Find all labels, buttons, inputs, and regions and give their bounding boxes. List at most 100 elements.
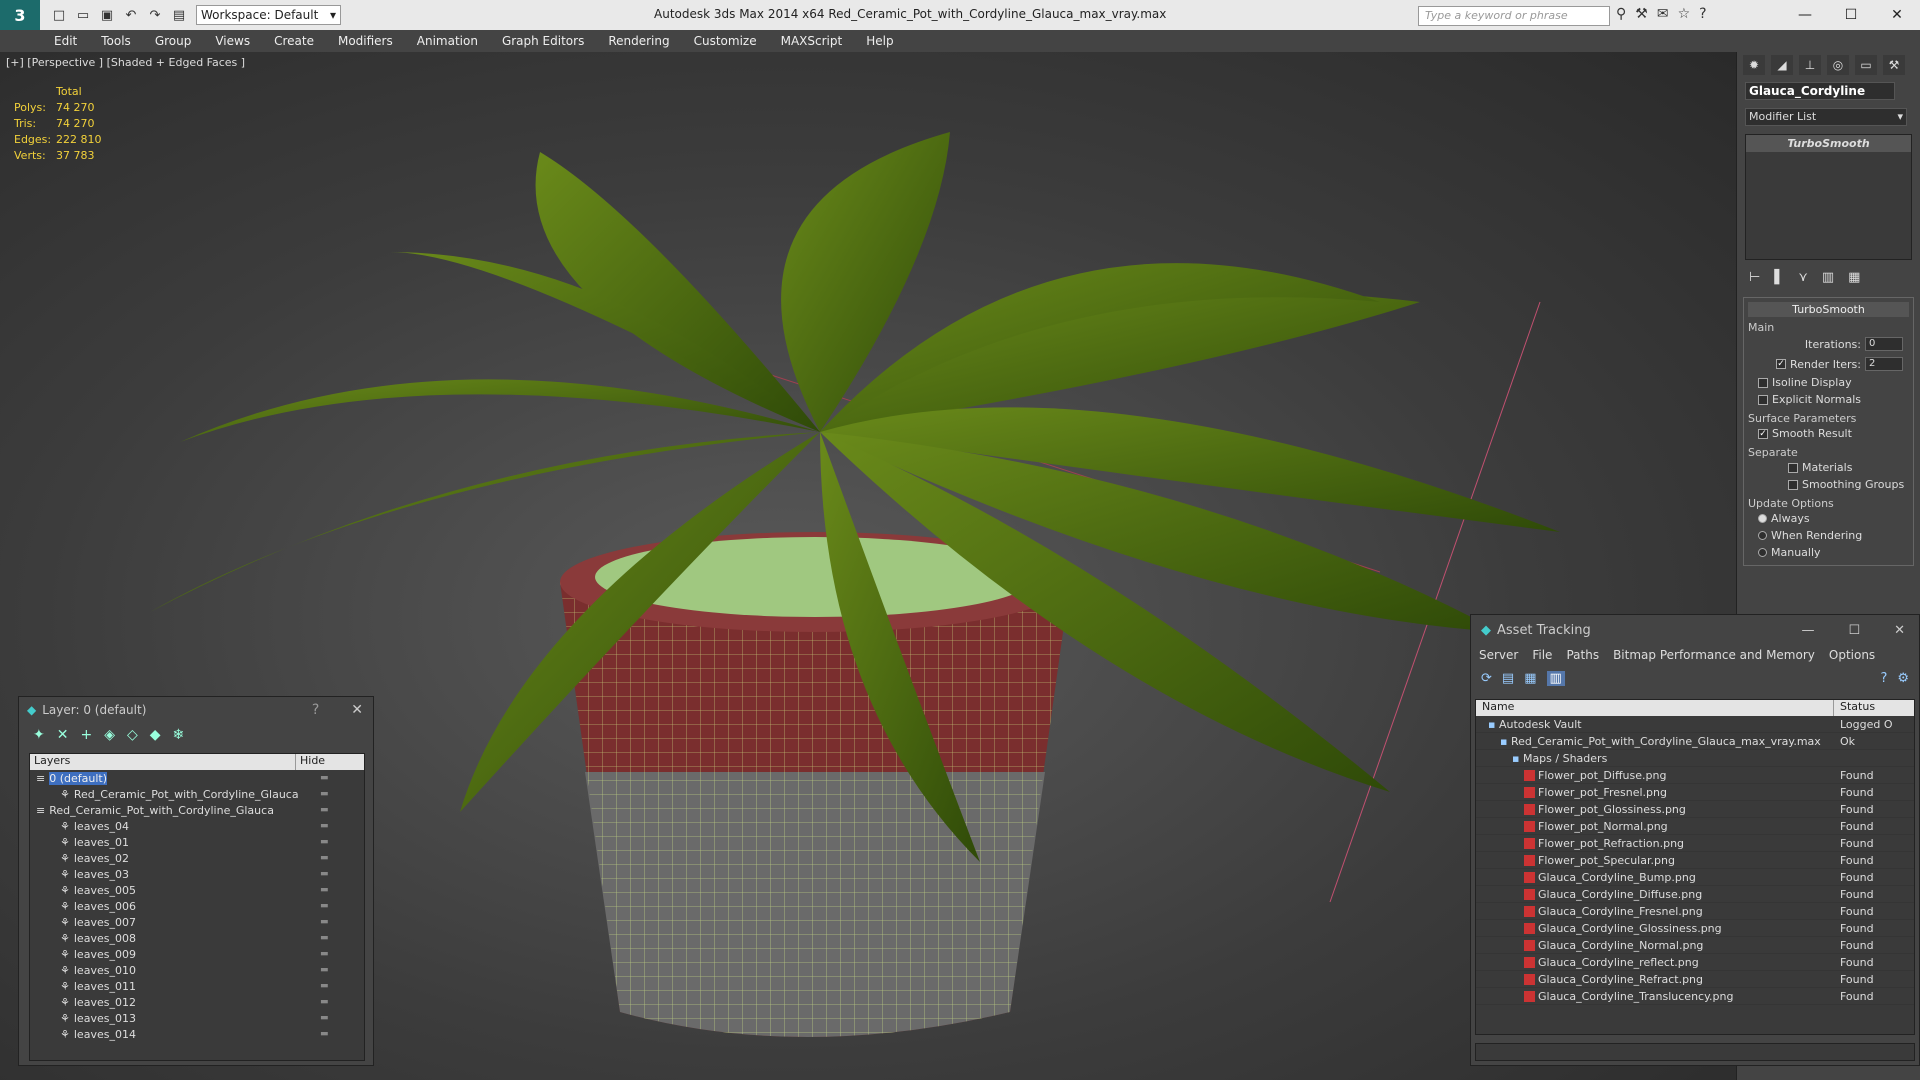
refresh-icon[interactable]: ⟳ [1481, 671, 1492, 686]
hide-toggle[interactable]: ▬ [320, 997, 329, 1007]
hide-toggle[interactable]: ▬ [320, 837, 329, 847]
show-end-result-icon[interactable]: ▌ [1774, 270, 1784, 285]
help-icon[interactable]: ? [312, 702, 319, 718]
viewport-label[interactable]: [+] [Perspective ] [Shaded + Edged Faces… [6, 56, 245, 69]
hide-toggle[interactable]: ▬ [320, 885, 329, 895]
layer-row[interactable]: ≡ Red_Ceramic_Pot_with_Cordyline_Glauca ▬ [30, 802, 364, 818]
asset-row[interactable]: Glauca_Cordyline_Refract.png Found [1476, 971, 1914, 988]
smooth-result-option[interactable]: ✓ Smooth Result [1748, 425, 1909, 442]
manually-option[interactable]: Manually [1748, 544, 1909, 561]
layer-window-titlebar[interactable]: ◆ Layer: 0 (default) ? ✕ [19, 697, 373, 723]
redo-icon[interactable]: ↷ [146, 6, 164, 24]
undo-icon[interactable]: ↶ [122, 6, 140, 24]
asset-row[interactable]: Glauca_Cordyline_Bump.png Found [1476, 869, 1914, 886]
display-tab-icon[interactable]: ▭ [1855, 55, 1877, 75]
asset-row[interactable]: Flower_pot_Refraction.png Found [1476, 835, 1914, 852]
delete-layer-icon[interactable]: ✕ [57, 727, 69, 743]
hide-toggle[interactable]: ▬ [320, 789, 329, 799]
help-icon[interactable]: ? [1699, 6, 1706, 22]
asset-menu-item[interactable]: Bitmap Performance and Memory [1613, 648, 1815, 662]
open-file-icon[interactable]: ▭ [74, 6, 92, 24]
object-name-field[interactable]: Glauca_Cordyline [1745, 82, 1895, 100]
asset-menu-item[interactable]: File [1532, 648, 1552, 662]
remove-modifier-icon[interactable]: ▥ [1822, 270, 1834, 285]
asset-row[interactable]: Glauca_Cordyline_Diffuse.png Found [1476, 886, 1914, 903]
always-radio[interactable] [1758, 514, 1767, 523]
close-button[interactable]: ✕ [1894, 623, 1905, 638]
add-selection-icon[interactable]: + [80, 727, 92, 743]
asset-row[interactable]: Glauca_Cordyline_Glossiness.png Found [1476, 920, 1914, 937]
hierarchy-tab-icon[interactable]: ⊥ [1799, 55, 1821, 75]
modify-tab-icon[interactable]: ◢ [1771, 55, 1793, 75]
menu-item-tools[interactable]: Tools [101, 34, 131, 48]
layer-row[interactable]: ⚘ leaves_009 ▬ [30, 946, 364, 962]
highlight-layer-icon[interactable]: ◇ [127, 727, 138, 743]
subscription-icon[interactable]: ⚒ [1635, 6, 1648, 22]
layer-row[interactable]: ⚘ leaves_01 ▬ [30, 834, 364, 850]
menu-item-modifiers[interactable]: Modifiers [338, 34, 393, 48]
layer-row[interactable]: ⚘ leaves_02 ▬ [30, 850, 364, 866]
make-unique-icon[interactable]: ⋎ [1798, 270, 1808, 285]
save-icon[interactable]: ▣ [98, 6, 116, 24]
thumbnail-view-icon[interactable]: ▦ [1524, 671, 1536, 686]
smoothing-groups-option[interactable]: Smoothing Groups [1748, 476, 1909, 493]
col-layers[interactable]: Layers [30, 754, 296, 770]
motion-tab-icon[interactable]: ◎ [1827, 55, 1849, 75]
hide-toggle[interactable]: ▬ [320, 917, 329, 927]
layer-row[interactable]: ⚘ leaves_014 ▬ [30, 1026, 364, 1042]
close-button[interactable]: ✕ [1874, 0, 1920, 30]
menu-item-help[interactable]: Help [866, 34, 893, 48]
when-rendering-radio[interactable] [1758, 531, 1767, 540]
hide-toggle[interactable]: ▬ [320, 981, 329, 991]
freeze-all-icon[interactable]: ❄ [173, 727, 185, 743]
configure-sets-icon[interactable]: ▦ [1848, 270, 1860, 285]
asset-row[interactable]: Flower_pot_Diffuse.png Found [1476, 767, 1914, 784]
stack-item-turbosmooth[interactable]: TurboSmooth [1746, 135, 1911, 152]
menu-item-views[interactable]: Views [215, 34, 250, 48]
maximize-button[interactable]: ☐ [1848, 623, 1860, 638]
search-input[interactable]: Type a keyword or phrase [1418, 6, 1610, 26]
layer-row[interactable]: ⚘ leaves_010 ▬ [30, 962, 364, 978]
col-name[interactable]: Name [1476, 700, 1834, 716]
iterations-spinner[interactable]: Iterations: 0 [1748, 334, 1909, 354]
communication-icon[interactable]: ✉ [1657, 6, 1669, 22]
asset-row[interactable]: Flower_pot_Fresnel.png Found [1476, 784, 1914, 801]
maximize-button[interactable]: ☐ [1828, 0, 1874, 30]
list-view-icon[interactable]: ▤ [1502, 671, 1514, 686]
layer-row[interactable]: ⚘ leaves_03 ▬ [30, 866, 364, 882]
hide-toggle[interactable]: ▬ [320, 901, 329, 911]
help-icon[interactable]: ? [1880, 671, 1887, 686]
layer-row[interactable]: ≡ 0 (default) ▬ [30, 770, 364, 786]
hide-toggle[interactable]: ▬ [320, 869, 329, 879]
layer-row[interactable]: ⚘ leaves_04 ▬ [30, 818, 364, 834]
favorites-star-icon[interactable]: ☆ [1678, 6, 1691, 22]
new-file-icon[interactable]: □ [50, 6, 68, 24]
select-objects-icon[interactable]: ◈ [104, 727, 115, 743]
col-hide[interactable]: Hide [296, 754, 325, 770]
hide-toggle[interactable]: ▬ [320, 949, 329, 959]
create-tab-icon[interactable]: ✹ [1743, 55, 1765, 75]
hide-toggle[interactable]: ▬ [320, 853, 329, 863]
menu-item-group[interactable]: Group [155, 34, 192, 48]
when-rendering-option[interactable]: When Rendering [1748, 527, 1909, 544]
layer-row[interactable]: ⚘ leaves_006 ▬ [30, 898, 364, 914]
pin-stack-icon[interactable]: ⊢ [1749, 270, 1760, 285]
render-iters-input[interactable]: 2 [1865, 357, 1903, 371]
layer-row[interactable]: ⚘ leaves_007 ▬ [30, 914, 364, 930]
menu-item-maxscript[interactable]: MAXScript [781, 34, 843, 48]
hide-toggle[interactable]: ▬ [320, 965, 329, 975]
project-folder-icon[interactable]: ▤ [170, 6, 188, 24]
materials-checkbox[interactable] [1788, 462, 1798, 473]
menu-item-animation[interactable]: Animation [417, 34, 478, 48]
layer-row[interactable]: ⚘ leaves_012 ▬ [30, 994, 364, 1010]
hide-all-icon[interactable]: ◆ [150, 727, 161, 743]
asset-row[interactable]: Flower_pot_Specular.png Found [1476, 852, 1914, 869]
asset-menu-item[interactable]: Paths [1566, 648, 1599, 662]
menu-item-create[interactable]: Create [274, 34, 314, 48]
layer-row[interactable]: ⚘ Red_Ceramic_Pot_with_Cordyline_Glauca ▬ [30, 786, 364, 802]
minimize-button[interactable]: — [1801, 623, 1814, 638]
menu-item-rendering[interactable]: Rendering [608, 34, 669, 48]
smoothing-groups-checkbox[interactable] [1788, 479, 1798, 490]
smooth-result-checkbox[interactable]: ✓ [1758, 428, 1768, 439]
hide-toggle[interactable]: ▬ [320, 1013, 329, 1023]
